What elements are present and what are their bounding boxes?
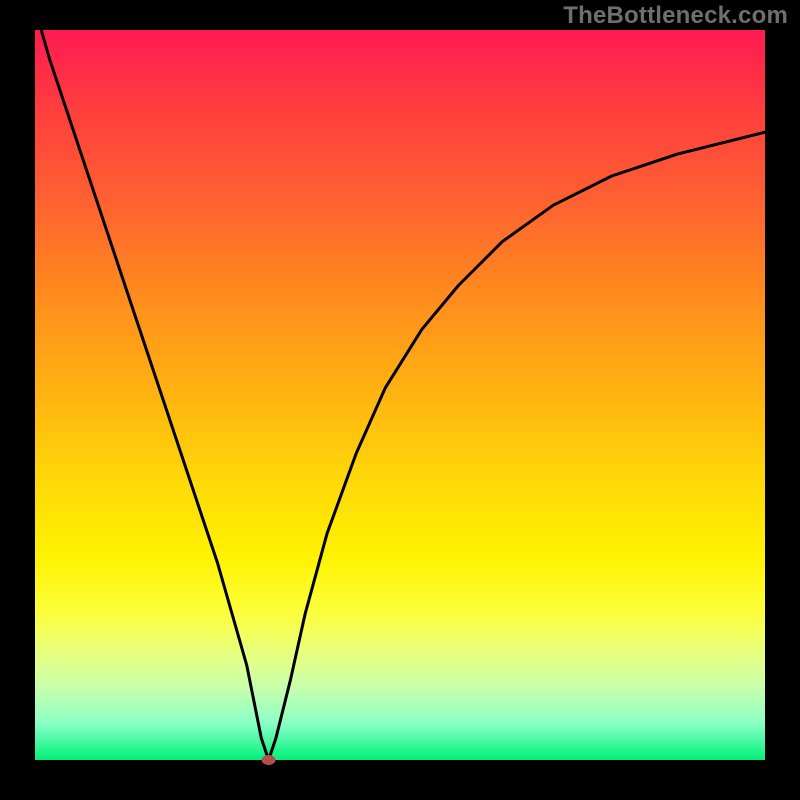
- watermark-text: TheBottleneck.com: [563, 2, 788, 30]
- curve-svg: [35, 30, 765, 760]
- plot-area: [35, 30, 765, 760]
- minimum-marker: [262, 755, 276, 765]
- chart-frame: TheBottleneck.com: [0, 0, 800, 800]
- bottleneck-curve: [35, 8, 765, 760]
